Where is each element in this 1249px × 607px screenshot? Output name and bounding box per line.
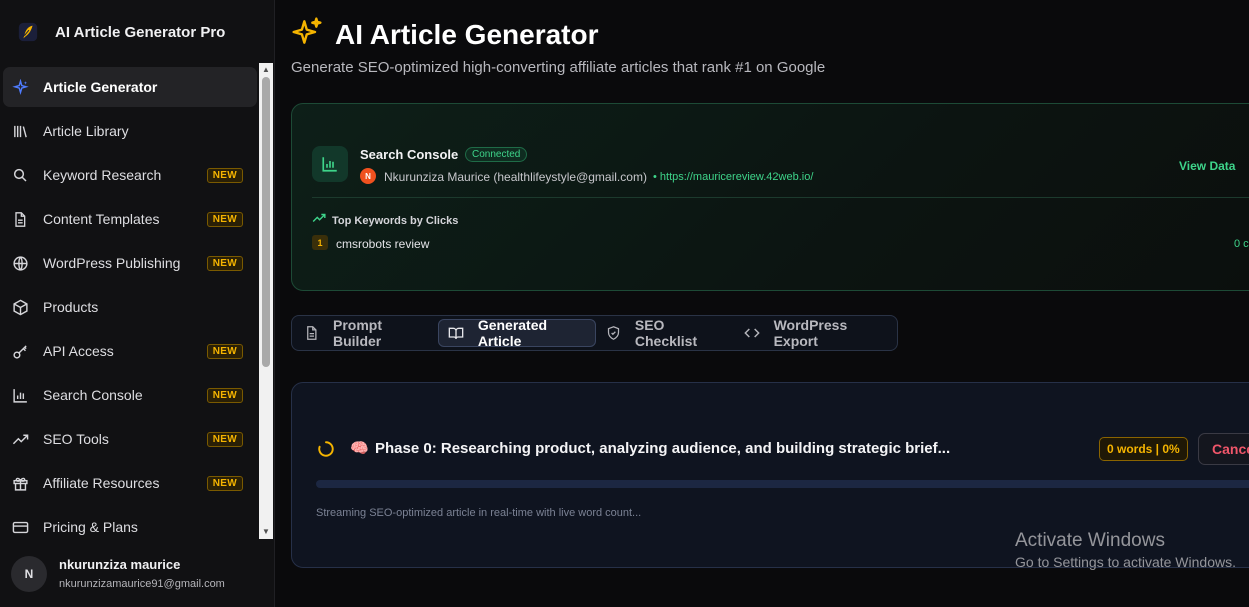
tab-label: SEO Checklist — [634, 317, 698, 349]
main-content: AI Article Generator Generate SEO-optimi… — [275, 0, 1249, 607]
credit-card-icon — [11, 518, 29, 536]
key-icon — [11, 342, 29, 360]
article-tabs: Prompt Builder Generated Article SEO Che… — [291, 315, 898, 351]
loading-spinner-icon — [318, 441, 334, 457]
bar-chart-icon — [11, 386, 29, 404]
sidebar-item-label: Search Console — [43, 387, 143, 403]
sidebar-item-label: SEO Tools — [43, 431, 109, 447]
sidebar-item-label: Keyword Research — [43, 167, 162, 183]
user-name: nkurunziza maurice — [59, 557, 181, 572]
user-email: nkurunzizamaurice91@gmail.com — [59, 578, 225, 590]
tab-label: WordPress Export — [773, 317, 848, 349]
trending-up-icon — [11, 430, 29, 448]
tab-prompt-builder[interactable]: Prompt Builder — [295, 317, 437, 349]
streaming-note: Streaming SEO-optimized article in real-… — [316, 507, 642, 519]
code-icon — [743, 325, 760, 341]
sidebar-item-products[interactable]: Products — [3, 287, 257, 327]
user-profile[interactable]: N nkurunziza maurice nkurunzizamaurice91… — [0, 540, 275, 607]
tab-seo-checklist[interactable]: SEO Checklist — [597, 317, 734, 349]
sidebar-item-affiliate-resources[interactable]: Affiliate Resources NEW — [3, 463, 257, 503]
search-console-title: Search Console — [360, 147, 459, 162]
divider — [312, 197, 1249, 198]
search-icon — [11, 166, 29, 184]
sparkles-icon — [291, 16, 323, 53]
sidebar-item-api-access[interactable]: API Access NEW — [3, 331, 257, 371]
site-link[interactable]: • https://mauricereview.42web.io/ — [653, 171, 813, 183]
quill-logo-icon — [16, 20, 40, 44]
new-badge: NEW — [206, 387, 243, 403]
brain-emoji-icon: 🧠 — [350, 440, 369, 457]
tab-generated-article[interactable]: Generated Article — [437, 317, 596, 349]
sidebar-nav: Article Generator Article Library Keywor… — [3, 67, 257, 551]
brand[interactable]: AI Article Generator Pro — [0, 0, 275, 64]
new-badge: NEW — [206, 431, 243, 447]
sidebar: AI Article Generator Pro Article Generat… — [0, 0, 275, 607]
tab-label: Prompt Builder — [333, 317, 382, 349]
sidebar-item-wordpress-publishing[interactable]: WordPress Publishing NEW — [3, 243, 257, 283]
package-icon — [11, 298, 29, 316]
account-name: Nkurunziza Maurice (healthlifeystyle@gma… — [384, 170, 647, 184]
library-icon — [11, 122, 29, 140]
new-badge: NEW — [206, 475, 243, 491]
search-console-card: Search Console Connected N Nkurunziza Ma… — [291, 103, 1249, 291]
globe-icon — [11, 254, 29, 272]
status-badge: Connected — [465, 147, 528, 162]
book-open-icon — [448, 325, 464, 341]
scroll-down-arrow-icon[interactable]: ▼ — [259, 526, 273, 538]
sidebar-item-label: Article Generator — [43, 79, 158, 95]
brand-title: AI Article Generator Pro — [55, 23, 226, 41]
sidebar-item-seo-tools[interactable]: SEO Tools NEW — [3, 419, 257, 459]
keyword-text: cmsrobots review — [336, 237, 430, 251]
bar-chart-icon — [312, 146, 348, 182]
user-info: nkurunziza maurice nkurunzizamaurice91@g… — [59, 557, 225, 590]
progress-bar — [316, 480, 1249, 488]
new-badge: NEW — [206, 343, 243, 359]
sidebar-item-content-templates[interactable]: Content Templates NEW — [3, 199, 257, 239]
sidebar-item-label: WordPress Publishing — [43, 255, 181, 271]
page-title: AI Article Generator — [335, 18, 599, 50]
sidebar-item-label: Article Library — [43, 123, 129, 139]
cancel-button[interactable]: Cancel — [1198, 433, 1249, 465]
view-data-button[interactable]: View Data — [1179, 159, 1235, 173]
sidebar-item-search-console[interactable]: Search Console NEW — [3, 375, 257, 415]
page-subtitle: Generate SEO-optimized high-converting a… — [291, 59, 826, 76]
new-badge: NEW — [206, 255, 243, 271]
tab-label: Generated Article — [477, 317, 548, 349]
page-header: AI Article Generator — [291, 16, 598, 53]
sparkles-icon — [11, 78, 29, 96]
sidebar-item-label: Products — [43, 299, 99, 315]
sidebar-scrollbar[interactable]: ▲ ▼ — [259, 63, 273, 539]
keyword-clicks: 0 c — [1234, 238, 1249, 250]
file-icon — [304, 325, 319, 341]
new-badge: NEW — [206, 167, 243, 183]
sidebar-item-article-generator[interactable]: Article Generator — [3, 67, 257, 107]
trending-up-icon — [312, 211, 326, 230]
scroll-thumb[interactable] — [262, 77, 270, 367]
gift-icon — [11, 474, 29, 492]
new-badge: NEW — [206, 211, 243, 227]
sidebar-item-label: Affiliate Resources — [43, 475, 160, 491]
sidebar-item-label: API Access — [43, 343, 114, 359]
sidebar-item-label: Content Templates — [43, 211, 160, 227]
sidebar-item-keyword-research[interactable]: Keyword Research NEW — [3, 155, 257, 195]
account-avatar: N — [360, 168, 376, 184]
file-text-icon — [11, 210, 29, 228]
top-keywords-title: Top Keywords by Clicks — [332, 214, 459, 227]
tab-wordpress-export[interactable]: WordPress Export — [735, 317, 896, 349]
keyword-rank: 1 — [312, 235, 328, 250]
phase-status-text: Phase 0: Researching product, analyzing … — [375, 440, 951, 457]
generation-card: 🧠 Phase 0: Researching product, analyzin… — [291, 382, 1249, 568]
shield-icon — [606, 325, 621, 341]
scroll-up-arrow-icon[interactable]: ▲ — [259, 64, 273, 76]
top-keywords-header: Top Keywords by Clicks — [312, 211, 458, 230]
word-count-badge: 0 words | 0% — [1099, 437, 1188, 461]
avatar: N — [11, 555, 47, 592]
sidebar-item-article-library[interactable]: Article Library — [3, 111, 257, 151]
sidebar-item-label: Pricing & Plans — [43, 519, 138, 535]
